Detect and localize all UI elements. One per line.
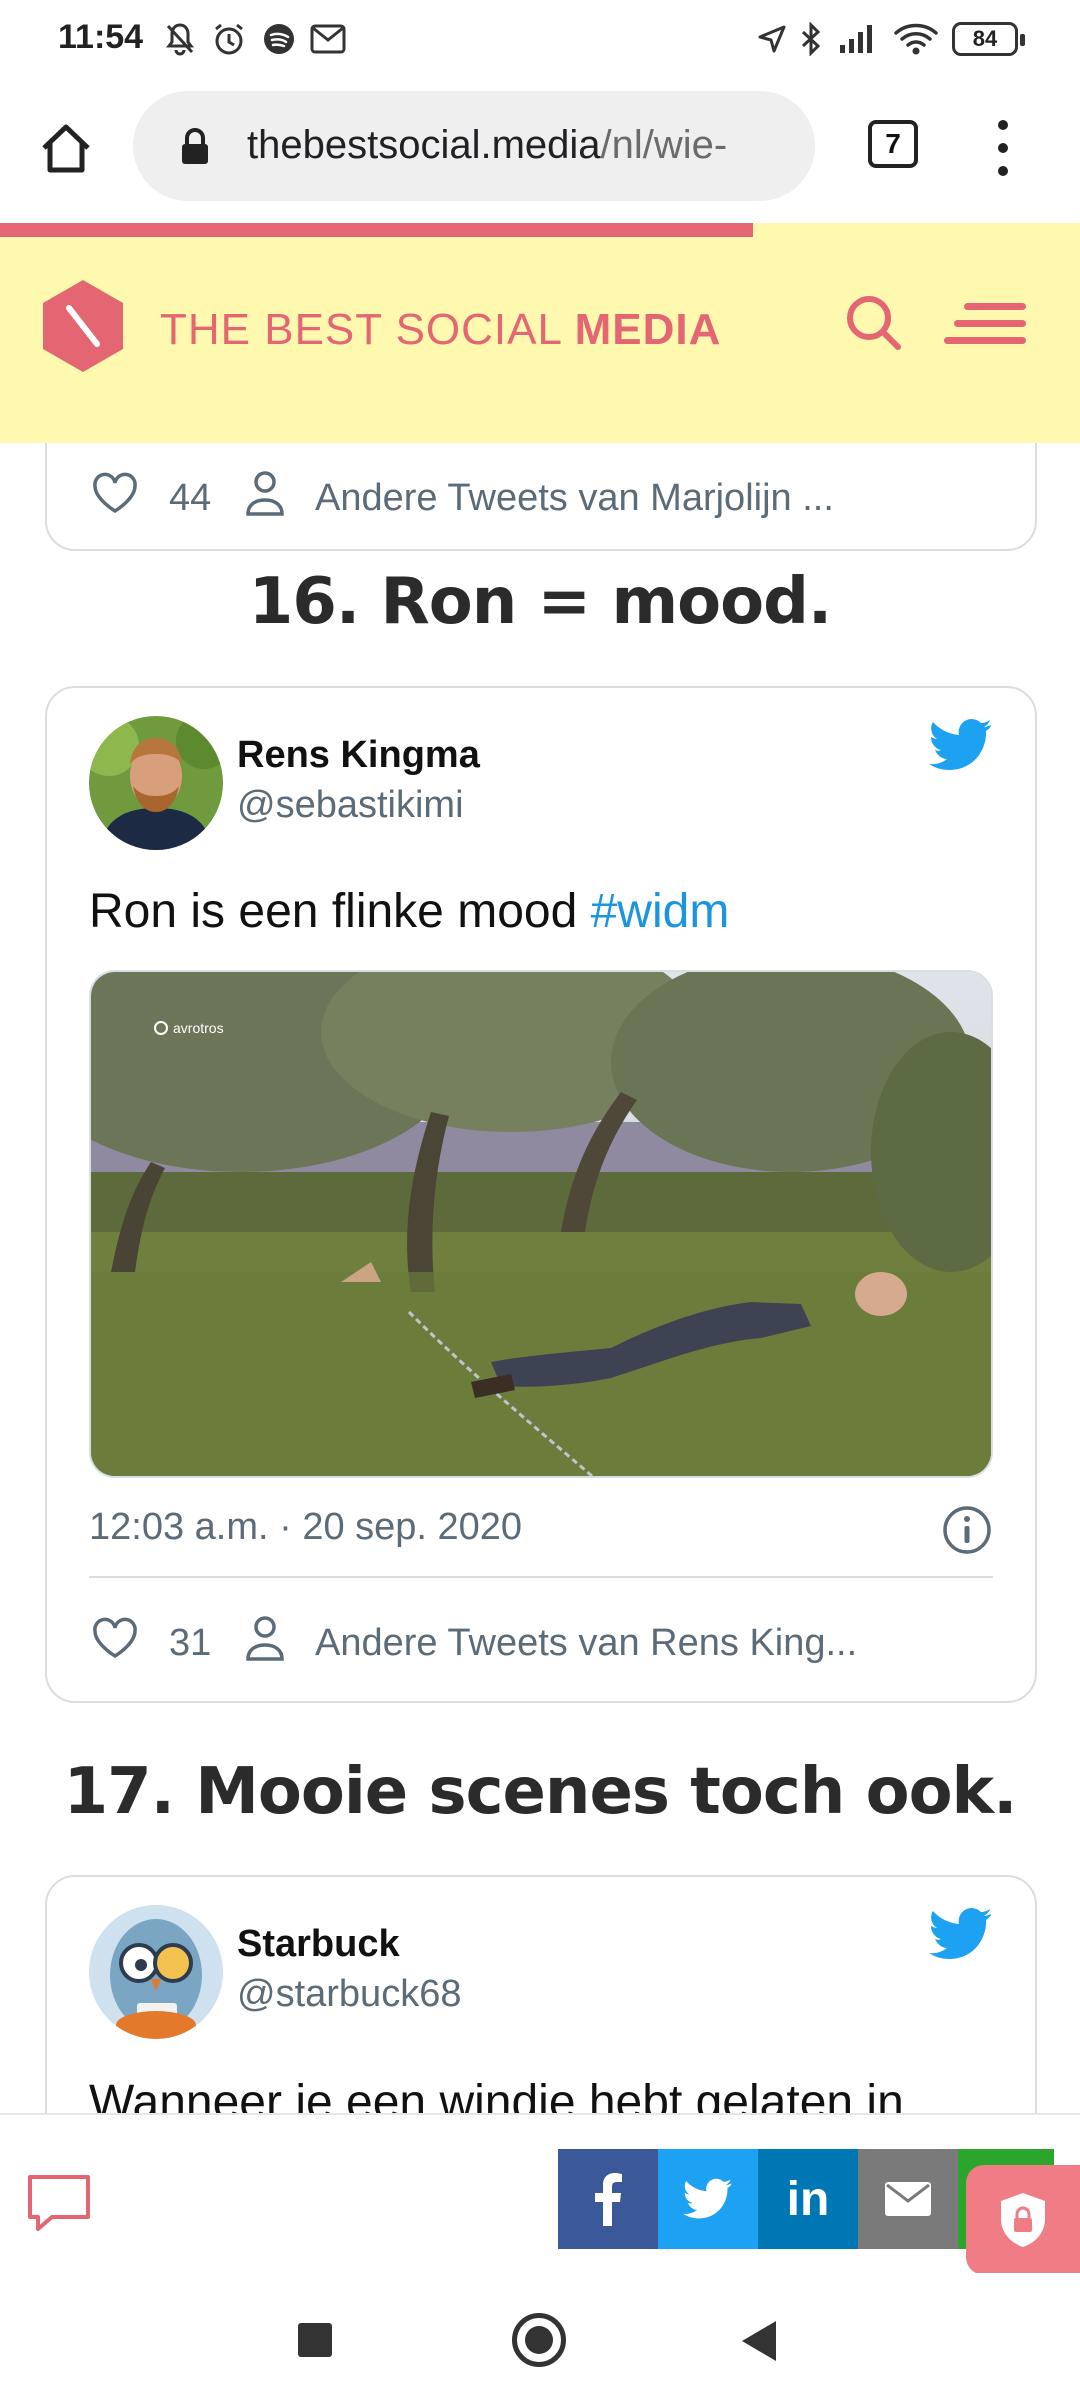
heart-icon[interactable]: [91, 471, 139, 525]
tweet-card-next: Starbuck @starbuck68 Wanneer je een wind…: [45, 1875, 1037, 2113]
article-content: 44 Andere Tweets van Marjolijn ... 16. R…: [0, 443, 1080, 2113]
back-button[interactable]: [742, 2321, 776, 2361]
tweet-author-name[interactable]: Rens Kingma: [237, 734, 480, 777]
facebook-share-button[interactable]: [558, 2149, 658, 2249]
other-tweets-link[interactable]: Andere Tweets van Rens King...: [315, 1622, 905, 1665]
tweet-actions: 44 Andere Tweets van Marjolijn ...: [91, 469, 905, 527]
logo-icon[interactable]: [40, 278, 126, 379]
lock-icon: [179, 128, 211, 171]
mute-icon: [164, 20, 196, 58]
media-watermark: avrotros: [173, 1020, 224, 1036]
tweet-text-body: Ron is een flinke mood: [89, 885, 591, 938]
hashtag-link[interactable]: #widm: [591, 885, 730, 938]
section-heading-17: 17. Mooie scenes toch ook.: [63, 1755, 1018, 1829]
facebook-icon: [595, 2173, 622, 2226]
twitter-share-button[interactable]: [658, 2149, 758, 2249]
browser-toolbar: thebestsocial.media/nl/wie- 7: [0, 78, 1080, 223]
tweet-author-handle[interactable]: @sebastikimi: [237, 784, 464, 827]
linkedin-share-button[interactable]: in: [758, 2149, 858, 2249]
tweet-timestamp[interactable]: 12:03 a.m. · 20 sep. 2020: [89, 1506, 522, 1549]
logo-regular: THE BEST SOCIAL: [160, 305, 575, 354]
heart-icon[interactable]: [91, 1616, 139, 1670]
tweet-actions: 31 Andere Tweets van Rens King...: [91, 1614, 905, 1672]
mail-icon: [885, 2182, 931, 2216]
gmail-icon: [310, 20, 346, 58]
email-share-button[interactable]: [858, 2149, 958, 2249]
url-host: thebestsocial.media: [247, 123, 601, 167]
lock-fab-button[interactable]: [966, 2165, 1080, 2275]
menu-icon[interactable]: [995, 120, 1011, 176]
wifi-icon: [893, 20, 939, 58]
info-icon[interactable]: [941, 1504, 993, 1561]
person-icon: [245, 1614, 285, 1672]
reading-progress: [0, 223, 1080, 237]
like-count: 44: [169, 476, 212, 519]
home-button[interactable]: [36, 118, 96, 178]
twitter-icon: [683, 2178, 732, 2219]
like-count: 31: [169, 1621, 212, 1664]
avatar[interactable]: [89, 1905, 223, 2039]
url-path: /nl/wie-: [600, 123, 728, 167]
recents-button[interactable]: [298, 2323, 332, 2357]
tweet-author-handle[interactable]: @starbuck68: [237, 1973, 461, 2016]
twitter-bird-icon[interactable]: [929, 1907, 993, 1966]
tweet-media-image[interactable]: avrotros: [89, 970, 993, 1478]
status-bar: 11:54 84: [0, 0, 1080, 78]
spotify-icon: [262, 20, 296, 58]
tweet-text: Ron is een flinke mood #widm: [89, 884, 729, 939]
site-logo-text[interactable]: THE BEST SOCIAL MEDIA: [160, 305, 721, 355]
section-heading-16: 16. Ron = mood.: [248, 565, 832, 639]
tweet-card: Rens Kingma @sebastikimi Ron is een flin…: [45, 686, 1037, 1703]
status-time: 11:54: [58, 18, 144, 56]
tweet-card-previous: 44 Andere Tweets van Marjolijn ...: [45, 443, 1037, 551]
search-icon[interactable]: [844, 293, 904, 358]
signal-icon: [838, 20, 878, 58]
tweet-author-name[interactable]: Starbuck: [237, 1923, 400, 1966]
tabs-button[interactable]: 7: [868, 120, 918, 168]
share-bar: in: [0, 2113, 1080, 2275]
lock-fab-icon: [1001, 2193, 1045, 2247]
site-header: THE BEST SOCIAL MEDIA: [0, 223, 1080, 443]
battery-indicator: 84: [952, 22, 1025, 56]
alarm-icon: [212, 20, 246, 58]
url-text: thebestsocial.media/nl/wie-: [247, 123, 802, 168]
bluetooth-icon: [800, 20, 822, 58]
system-nav-bar: [0, 2273, 1080, 2400]
location-icon: [757, 20, 787, 58]
hamburger-icon[interactable]: [944, 303, 1026, 347]
address-bar[interactable]: thebestsocial.media/nl/wie-: [133, 91, 815, 201]
logo-bold: MEDIA: [574, 305, 722, 354]
comment-icon[interactable]: [26, 2173, 92, 2238]
home-icon: [42, 124, 90, 173]
tweet-text: Wanneer je een windje hebt gelaten in: [89, 2076, 904, 2113]
other-tweets-link[interactable]: Andere Tweets van Marjolijn ...: [315, 477, 905, 520]
tweet-divider: [89, 1576, 993, 1578]
home-nav-button[interactable]: [512, 2313, 566, 2367]
twitter-bird-icon[interactable]: [929, 718, 993, 777]
person-icon: [245, 469, 285, 527]
avatar[interactable]: [89, 716, 223, 850]
